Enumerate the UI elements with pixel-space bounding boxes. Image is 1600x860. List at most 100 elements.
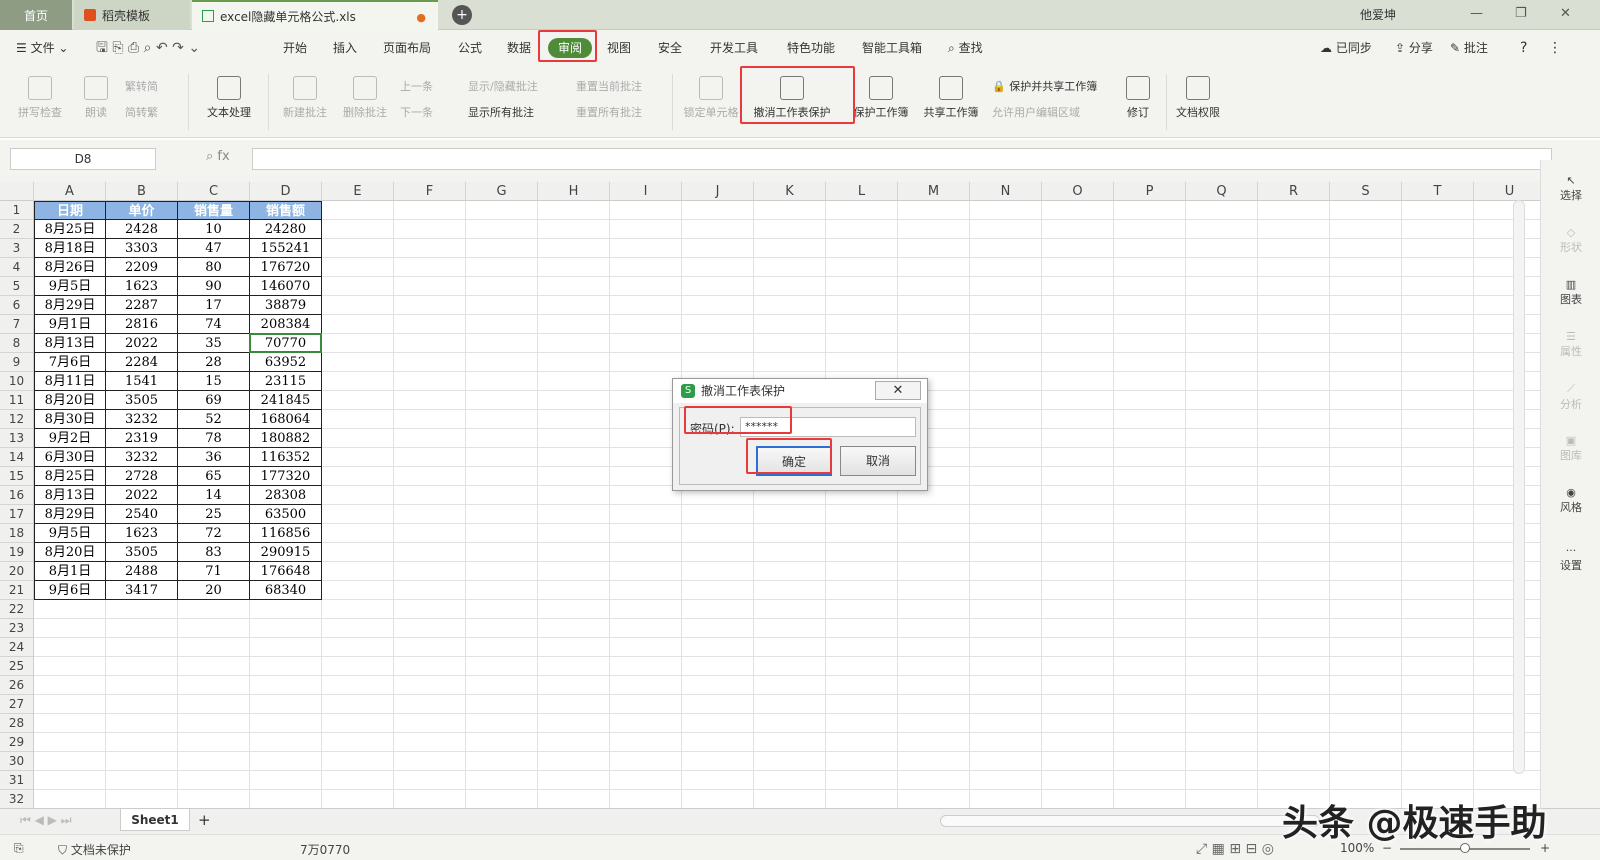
table-cell[interactable]: 74 — [178, 315, 250, 334]
column-header-c[interactable]: C — [178, 182, 250, 201]
allow-edit-range-button[interactable]: 允许用户编辑区域 — [992, 104, 1080, 120]
table-cell[interactable]: 241845 — [250, 391, 322, 410]
table-header-cell[interactable]: 销售额 — [250, 201, 322, 220]
column-header-b[interactable]: B — [106, 182, 178, 201]
menu-data[interactable]: 数据 — [507, 30, 531, 66]
menu-smart-tools[interactable]: 智能工具箱 — [862, 30, 922, 66]
table-cell[interactable]: 90 — [178, 277, 250, 296]
formula-input[interactable] — [252, 148, 1552, 170]
table-cell[interactable]: 8月13日 — [34, 486, 106, 505]
fx-icon[interactable]: ⌕ fx — [206, 149, 230, 164]
column-header-t[interactable]: T — [1402, 182, 1474, 201]
table-cell[interactable]: 6月30日 — [34, 448, 106, 467]
table-cell[interactable]: 63500 — [250, 505, 322, 524]
table-cell[interactable]: 8月18日 — [34, 239, 106, 258]
menu-special[interactable]: 特色功能 — [787, 30, 835, 66]
table-cell[interactable]: 2022 — [106, 334, 178, 353]
table-cell[interactable]: 20 — [178, 581, 250, 600]
macro-icon[interactable]: ⎘ — [14, 841, 24, 856]
table-cell[interactable]: 8月25日 — [34, 220, 106, 239]
show-all-comments-button[interactable]: 显示所有批注 — [468, 104, 534, 120]
table-cell[interactable]: 8月20日 — [34, 543, 106, 562]
table-cell[interactable]: 28 — [178, 353, 250, 372]
row-header-1[interactable]: 1 — [0, 201, 34, 220]
row-header-27[interactable]: 27 — [0, 695, 34, 714]
table-cell[interactable]: 24280 — [250, 220, 322, 239]
column-header-s[interactable]: S — [1330, 182, 1402, 201]
table-cell[interactable]: 65 — [178, 467, 250, 486]
table-cell[interactable]: 15 — [178, 372, 250, 391]
panel-chart[interactable]: ▥ 图表 — [1541, 278, 1600, 307]
table-cell[interactable]: 78 — [178, 429, 250, 448]
table-header-cell[interactable]: 销售量 — [178, 201, 250, 220]
user-name[interactable]: 他爱坤 — [1360, 6, 1396, 23]
table-cell[interactable]: 146070 — [250, 277, 322, 296]
panel-gallery[interactable]: ▣ 图库 — [1541, 434, 1600, 463]
sheet-nav-arrows-icon[interactable]: ⏮ ◀ ▶ ⏭ — [20, 813, 72, 828]
table-header-cell[interactable]: 单价 — [106, 201, 178, 220]
table-cell[interactable]: 116352 — [250, 448, 322, 467]
table-cell[interactable]: 47 — [178, 239, 250, 258]
column-header-p[interactable]: P — [1114, 182, 1186, 201]
table-cell[interactable]: 14 — [178, 486, 250, 505]
row-header-25[interactable]: 25 — [0, 657, 34, 676]
table-cell[interactable]: 155241 — [250, 239, 322, 258]
table-cell[interactable]: 10 — [178, 220, 250, 239]
row-header-31[interactable]: 31 — [0, 771, 34, 790]
column-header-h[interactable]: H — [538, 182, 610, 201]
column-header-g[interactable]: G — [466, 182, 538, 201]
panel-property[interactable]: ☰ 属性 — [1541, 330, 1600, 359]
column-header-o[interactable]: O — [1042, 182, 1114, 201]
menu-view[interactable]: 视图 — [607, 30, 631, 66]
table-cell[interactable]: 2816 — [106, 315, 178, 334]
vertical-scrollbar[interactable] — [1513, 200, 1525, 774]
table-cell[interactable]: 83 — [178, 543, 250, 562]
protect-and-share-button[interactable]: 🔒 保护并共享工作簿 — [992, 78, 1097, 94]
table-cell[interactable]: 8月25日 — [34, 467, 106, 486]
table-cell[interactable]: 176720 — [250, 258, 322, 277]
row-header-28[interactable]: 28 — [0, 714, 34, 733]
table-cell[interactable]: 208384 — [250, 315, 322, 334]
table-cell[interactable]: 28308 — [250, 486, 322, 505]
table-cell[interactable]: 9月6日 — [34, 581, 106, 600]
table-cell[interactable]: 2728 — [106, 467, 178, 486]
table-cell[interactable]: 38879 — [250, 296, 322, 315]
new-tab-button[interactable]: + — [452, 5, 472, 25]
table-cell[interactable]: 2209 — [106, 258, 178, 277]
row-header-18[interactable]: 18 — [0, 524, 34, 543]
trad-to-simp-button[interactable]: 繁转简 — [125, 78, 158, 94]
row-header-21[interactable]: 21 — [0, 581, 34, 600]
table-cell[interactable]: 52 — [178, 410, 250, 429]
row-header-22[interactable]: 22 — [0, 600, 34, 619]
table-cell[interactable]: 68340 — [250, 581, 322, 600]
column-header-i[interactable]: I — [610, 182, 682, 201]
table-cell[interactable]: 168064 — [250, 410, 322, 429]
read-aloud-button[interactable]: 朗读 — [76, 76, 116, 120]
table-header-cell[interactable]: 日期 — [34, 201, 106, 220]
column-header-f[interactable]: F — [394, 182, 466, 201]
row-header-6[interactable]: 6 — [0, 296, 34, 315]
row-header-17[interactable]: 17 — [0, 505, 34, 524]
panel-settings[interactable]: ··· 设置 — [1541, 544, 1600, 573]
panel-analyze[interactable]: ⟋ 分析 — [1541, 382, 1600, 412]
menu-start[interactable]: 开始 — [283, 30, 307, 66]
row-header-20[interactable]: 20 — [0, 562, 34, 581]
table-cell[interactable]: 69 — [178, 391, 250, 410]
panel-select[interactable]: ↖ 选择 — [1541, 174, 1600, 203]
table-cell[interactable]: 116856 — [250, 524, 322, 543]
tab-excel-file[interactable]: excel隐藏单元格公式.xls ● — [192, 0, 438, 30]
table-cell[interactable]: 2540 — [106, 505, 178, 524]
prev-comment-button[interactable]: 上一条 — [400, 78, 433, 94]
row-header-14[interactable]: 14 — [0, 448, 34, 467]
help-button[interactable]: ? — [1520, 30, 1527, 66]
row-header-12[interactable]: 12 — [0, 410, 34, 429]
table-cell[interactable]: 1541 — [106, 372, 178, 391]
spreadsheet-grid[interactable]: A B C D E F G H I J K L M N O P Q R S T U 1 2 3 4 5 6 7 8 9 10 11 12 13 14… — [0, 182, 1540, 808]
cancel-button[interactable]: 取消 — [840, 446, 916, 476]
table-cell[interactable]: 9月1日 — [34, 315, 106, 334]
row-header-26[interactable]: 26 — [0, 676, 34, 695]
row-header-19[interactable]: 19 — [0, 543, 34, 562]
more-icon[interactable]: ⋮ — [1548, 30, 1562, 66]
column-header-d[interactable]: D — [250, 182, 322, 201]
sheet-tab-sheet1[interactable]: Sheet1 — [120, 809, 190, 831]
